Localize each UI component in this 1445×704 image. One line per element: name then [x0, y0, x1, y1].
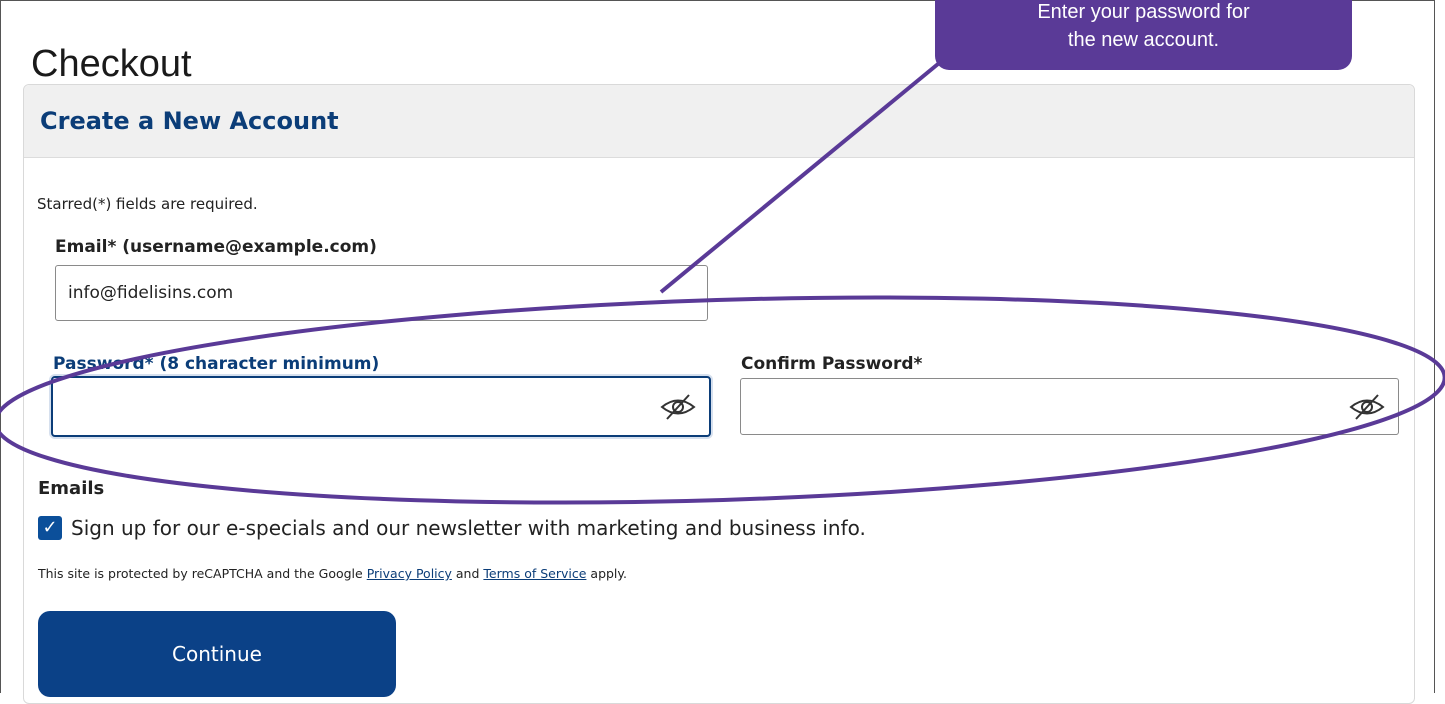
callout-pointer-line — [659, 48, 957, 294]
annotation-overlay — [0, 48, 1445, 505]
callout-text-line1: Enter your password for — [1037, 1, 1250, 23]
callout-text-line2: the new account. — [1067, 29, 1220, 51]
callout-box: Enter your password for the new account. — [935, 0, 1352, 70]
highlight-ellipse — [0, 295, 1445, 505]
